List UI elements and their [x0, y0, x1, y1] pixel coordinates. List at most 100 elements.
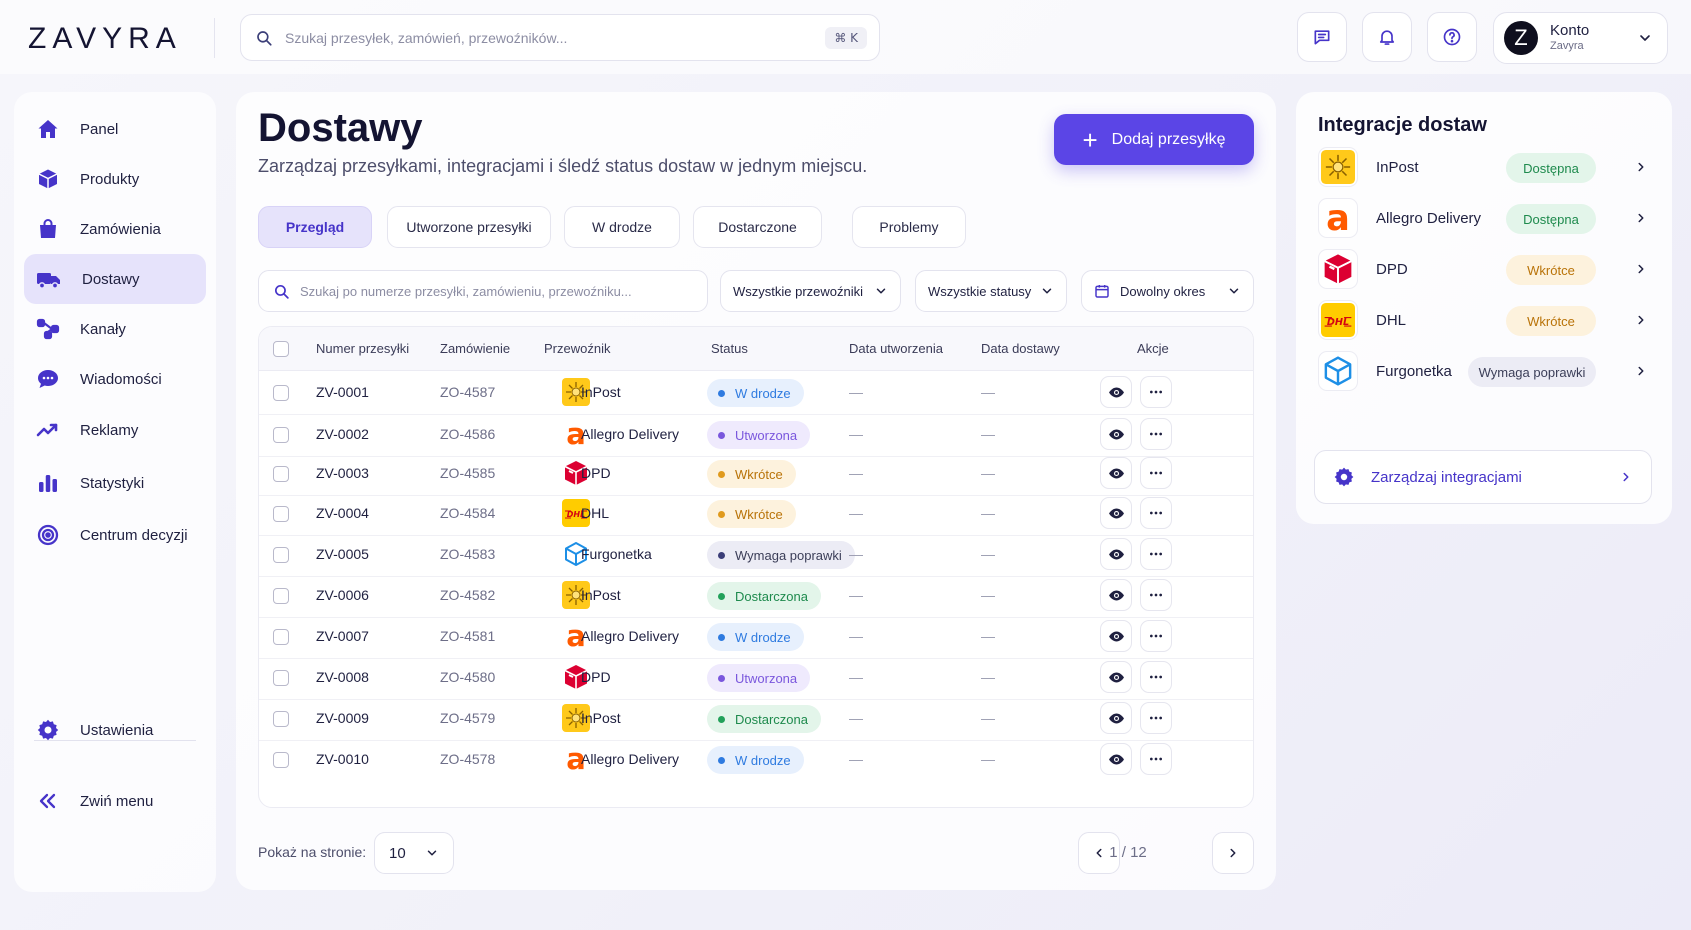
shipment-number[interactable]: ZV-0005 [316, 546, 369, 562]
view-button[interactable] [1100, 376, 1132, 408]
tab-dostarczone[interactable]: Dostarczone [693, 206, 822, 248]
shipment-number[interactable]: ZV-0006 [316, 587, 369, 603]
column-header[interactable]: Data dostawy [981, 341, 1060, 356]
account-menu[interactable]: Z Konto Zavyra [1493, 12, 1668, 64]
row-checkbox[interactable] [273, 547, 289, 563]
order-number[interactable]: ZO-4582 [440, 587, 495, 603]
sidebar-item-kanaly[interactable]: Kanały [24, 304, 206, 354]
sidebar-item-ustawienia[interactable]: Ustawienia [24, 705, 206, 755]
more-actions-button[interactable] [1140, 743, 1172, 775]
view-button[interactable] [1100, 661, 1132, 693]
manage-integrations-button[interactable]: Zarządzaj integracjami [1314, 450, 1652, 504]
order-number[interactable]: ZO-4578 [440, 751, 495, 767]
shipment-number[interactable]: ZV-0003 [316, 465, 369, 481]
shipment-number[interactable]: ZV-0010 [316, 751, 369, 767]
more-actions-button[interactable] [1140, 620, 1172, 652]
column-header[interactable]: Data utworzenia [849, 341, 943, 356]
app-logo[interactable]: ZAVYRA [28, 22, 182, 56]
select-all-checkbox[interactable] [273, 341, 289, 357]
sidebar-item-statystyki[interactable]: Statystyki [24, 458, 206, 508]
table-row[interactable]: ZV-0006 ZO-4582 InPost Dostarczona — — [259, 574, 1253, 618]
order-number[interactable]: ZO-4587 [440, 384, 495, 400]
view-button[interactable] [1100, 579, 1132, 611]
global-search-input[interactable] [285, 29, 826, 46]
view-button[interactable] [1100, 418, 1132, 450]
table-row[interactable]: ZV-0004 ZO-4584 DHL DHL Wkrótce — — [259, 492, 1253, 536]
integration-item-allegro-delivery[interactable]: a Allegro Delivery Dostępna [1318, 195, 1652, 241]
integration-item-dhl[interactable]: DHL DHL Wkrótce [1318, 297, 1652, 343]
row-checkbox[interactable] [273, 670, 289, 686]
table-row[interactable]: ZV-0003 ZO-4585 DPD Wkrótce — — [259, 452, 1253, 496]
more-actions-button[interactable] [1140, 457, 1172, 489]
more-actions-button[interactable] [1140, 579, 1172, 611]
integration-item-dpd[interactable]: DPD Wkrótce [1318, 246, 1652, 292]
shipment-number[interactable]: ZV-0004 [316, 505, 369, 521]
tab-problemy[interactable]: Problemy [852, 206, 966, 248]
view-button[interactable] [1100, 497, 1132, 529]
column-header[interactable]: Numer przesyłki [316, 341, 409, 356]
order-number[interactable]: ZO-4585 [440, 465, 495, 481]
more-actions-button[interactable] [1140, 538, 1172, 570]
carrier-filter[interactable]: Wszystkie przewoźniki [720, 270, 901, 312]
order-number[interactable]: ZO-4581 [440, 628, 495, 644]
integration-item-furgonetka[interactable]: Furgonetka Wymaga poprawki [1318, 348, 1652, 394]
view-button[interactable] [1100, 538, 1132, 570]
shipment-number[interactable]: ZV-0002 [316, 426, 369, 442]
sidebar-item-panel[interactable]: Panel [24, 104, 206, 154]
view-button[interactable] [1100, 457, 1132, 489]
row-checkbox[interactable] [273, 385, 289, 401]
shipment-number[interactable]: ZV-0008 [316, 669, 369, 685]
shipment-number[interactable]: ZV-0009 [316, 710, 369, 726]
column-header[interactable]: Przewoźnik [544, 341, 610, 356]
next-page-button[interactable] [1212, 832, 1254, 874]
more-actions-button[interactable] [1140, 418, 1172, 450]
order-number[interactable]: ZO-4584 [440, 505, 495, 521]
shipment-search-input[interactable] [300, 283, 707, 299]
status-filter[interactable]: Wszystkie statusy [915, 270, 1067, 312]
table-row[interactable]: ZV-0002 ZO-4586 a Allegro Delivery Utworzona… [259, 413, 1253, 457]
table-row[interactable]: ZV-0010 ZO-4578 a Allegro Delivery W drodze —… [259, 738, 1253, 782]
column-header[interactable]: Zamówienie [440, 341, 510, 356]
help-button[interactable] [1427, 12, 1477, 62]
tab-utworzone-przesylki[interactable]: Utworzone przesyłki [387, 206, 551, 248]
more-actions-button[interactable] [1140, 702, 1172, 734]
tab-w-drodze[interactable]: W drodze [564, 206, 680, 248]
collapse-menu-button[interactable]: Zwiń menu [24, 776, 206, 826]
shipment-number[interactable]: ZV-0001 [316, 384, 369, 400]
tab-przeglad[interactable]: Przegląd [258, 206, 372, 248]
sidebar-item-wiadomosci[interactable]: Wiadomości [24, 354, 206, 404]
row-checkbox[interactable] [273, 466, 289, 482]
row-checkbox[interactable] [273, 427, 289, 443]
add-shipment-button[interactable]: + Dodaj przesyłkę [1054, 114, 1254, 165]
row-checkbox[interactable] [273, 588, 289, 604]
sidebar-item-zamowienia[interactable]: Zamówienia [24, 204, 206, 254]
more-actions-button[interactable] [1140, 497, 1172, 529]
row-checkbox[interactable] [273, 752, 289, 768]
messages-button[interactable] [1297, 12, 1347, 62]
row-checkbox[interactable] [273, 711, 289, 727]
order-number[interactable]: ZO-4583 [440, 546, 495, 562]
table-row[interactable]: ZV-0007 ZO-4581 a Allegro Delivery W drodze —… [259, 615, 1253, 659]
more-actions-button[interactable] [1140, 661, 1172, 693]
sidebar-item-dostawy[interactable]: Dostawy [24, 254, 206, 304]
sidebar-item-reklamy[interactable]: Reklamy [24, 405, 206, 455]
more-actions-button[interactable] [1140, 376, 1172, 408]
column-header[interactable]: Status [711, 341, 748, 356]
row-checkbox[interactable] [273, 629, 289, 645]
table-row[interactable]: ZV-0008 ZO-4580 DPD Utworzona — — [259, 656, 1253, 700]
order-number[interactable]: ZO-4586 [440, 426, 495, 442]
shipment-number[interactable]: ZV-0007 [316, 628, 369, 644]
sidebar-item-produkty[interactable]: Produkty [24, 154, 206, 204]
order-number[interactable]: ZO-4579 [440, 710, 495, 726]
global-search[interactable]: ⌘ K [240, 14, 880, 61]
table-row[interactable]: ZV-0005 ZO-4583 Furgonetka Wymaga poprawki —… [259, 533, 1253, 577]
row-checkbox[interactable] [273, 506, 289, 522]
order-number[interactable]: ZO-4580 [440, 669, 495, 685]
table-row[interactable]: ZV-0009 ZO-4579 InPost Dostarczona — — [259, 697, 1253, 741]
view-button[interactable] [1100, 620, 1132, 652]
per-page-select[interactable]: 10 [374, 832, 454, 874]
period-filter[interactable]: Dowolny okres [1081, 270, 1254, 312]
sidebar-item-centrum-decyzji[interactable]: Centrum decyzji [24, 510, 206, 560]
table-row[interactable]: ZV-0001 ZO-4587 InPost W drodze — — [259, 371, 1253, 415]
integration-item-inpost[interactable]: InPost Dostępna [1318, 144, 1652, 190]
